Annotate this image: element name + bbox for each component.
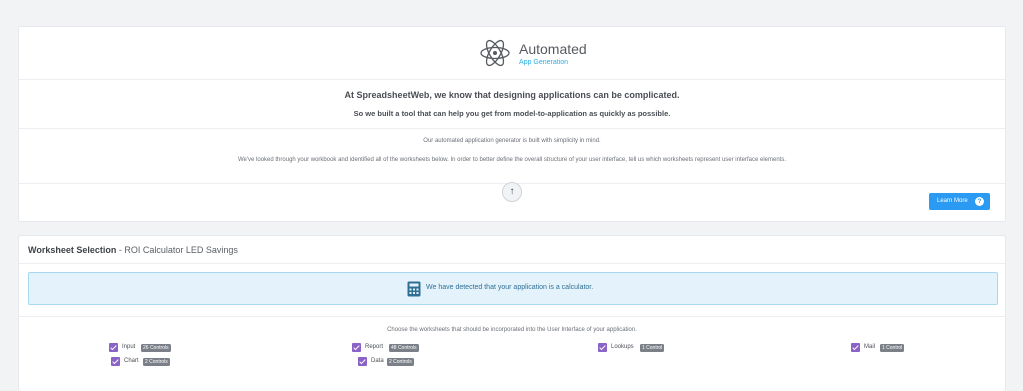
checkbox[interactable]: [851, 343, 860, 352]
arrow-up-icon: ↑: [509, 186, 515, 197]
learn-more-button[interactable]: Learn More ?: [929, 193, 990, 210]
calculator-detected-alert: We have detected that your application i…: [28, 272, 998, 305]
question-icon: ?: [975, 197, 984, 206]
controls-badge: 26 Controls: [141, 344, 171, 352]
controls-badge: 2 Controls: [387, 358, 414, 366]
worksheet-name: Data: [371, 358, 384, 364]
checkbox[interactable]: [358, 357, 367, 366]
controls-badge: 1 Control: [640, 344, 665, 352]
divider: [19, 128, 1005, 129]
section-title-bold: Worksheet Selection: [28, 245, 117, 255]
worksheet-name: Input: [122, 344, 136, 350]
atom-icon: [480, 39, 510, 67]
checkbox[interactable]: [109, 343, 118, 352]
info-text-2: We've looked through your workbook and i…: [238, 157, 786, 163]
worksheet-name: Report: [365, 344, 384, 350]
controls-badge: 1 Control: [880, 344, 905, 352]
controls-badge: 48 Controls: [389, 344, 419, 352]
lead-subheading: So we built a tool that can help you get…: [353, 109, 671, 118]
worksheet-name: Lookups: [611, 344, 634, 350]
lead-heading: At SpreadsheetWeb, we know that designin…: [344, 90, 680, 100]
intro-card: Automated App Generation At SpreadsheetW…: [18, 26, 1006, 222]
info-text-1: Our automated application generator is b…: [423, 138, 601, 144]
alert-text: We have detected that your application i…: [426, 284, 594, 291]
divider: [19, 79, 1005, 80]
controls-badge: 2 Controls: [143, 358, 170, 366]
worksheet-selection-card: Worksheet Selection - ROI Calculator LED…: [18, 235, 1006, 391]
checkbox[interactable]: [352, 343, 361, 352]
section-title-workbook: - ROI Calculator LED Savings: [116, 245, 238, 255]
checkbox[interactable]: [598, 343, 607, 352]
instruction-text: Choose the worksheets that should be inc…: [387, 327, 637, 333]
calculator-icon: [407, 281, 421, 297]
checkbox[interactable]: [111, 357, 120, 366]
section-title: Worksheet Selection - ROI Calculator LED…: [28, 245, 238, 255]
brand-title: Automated: [519, 41, 587, 57]
learn-more-label: Learn More: [937, 198, 968, 204]
brand: Automated App Generation: [479, 37, 639, 71]
divider: [19, 263, 1005, 264]
worksheet-name: Chart: [124, 358, 139, 364]
collapse-button[interactable]: ↑: [502, 182, 522, 202]
worksheet-name: Mail: [864, 344, 876, 350]
divider: [19, 316, 1005, 317]
brand-subtitle: App Generation: [519, 59, 569, 66]
